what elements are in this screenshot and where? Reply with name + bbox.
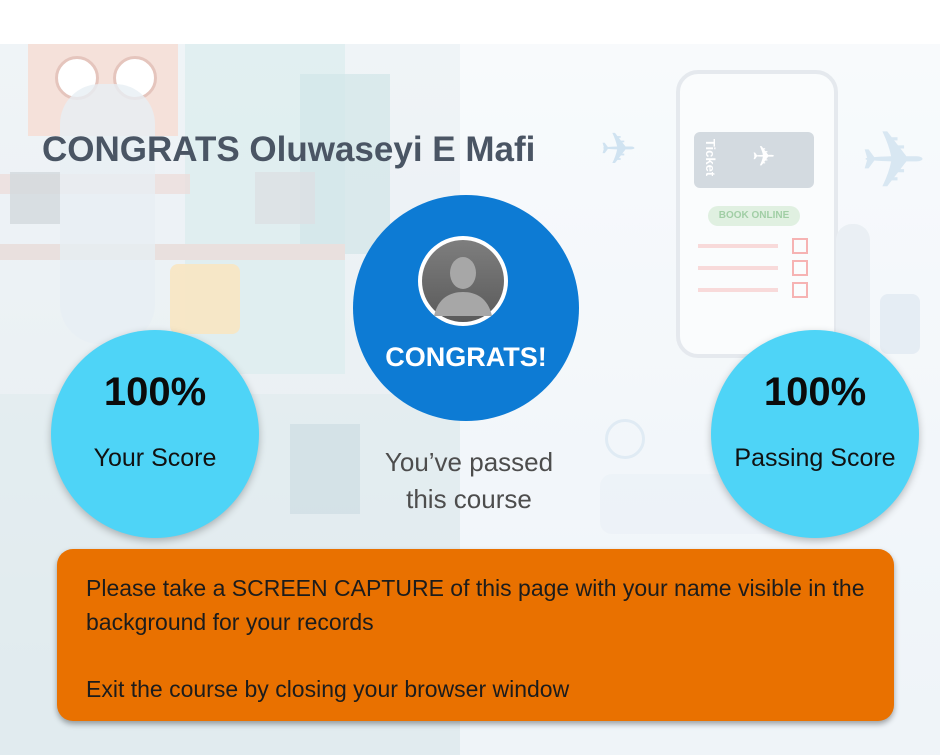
avatar — [418, 236, 508, 326]
passed-message: You’ve passed this course — [384, 447, 554, 514]
your-score-value: 100% — [103, 370, 207, 414]
passing-score-label: Passing Score — [734, 444, 896, 472]
exit-instruction: Exit the course by closing your browser … — [86, 676, 570, 702]
your-score-label: Your Score — [93, 444, 217, 472]
screen-capture-instruction: Please take a SCREEN CAPTURE of this pag… — [86, 575, 865, 635]
passing-score-value: 100% — [763, 370, 867, 414]
your-score-circle: 100% Your Score — [51, 330, 259, 538]
passing-score-circle: 100% Passing Score — [711, 330, 919, 538]
page-title: CONGRATS Oluwaseyi E Mafi — [42, 130, 536, 169]
user-silhouette-icon — [422, 240, 504, 322]
congrats-badge: CONGRATS! — [353, 195, 579, 421]
congrats-label: CONGRATS! — [385, 342, 547, 372]
instructions-panel: Please take a SCREEN CAPTURE of this pag… — [57, 549, 894, 721]
